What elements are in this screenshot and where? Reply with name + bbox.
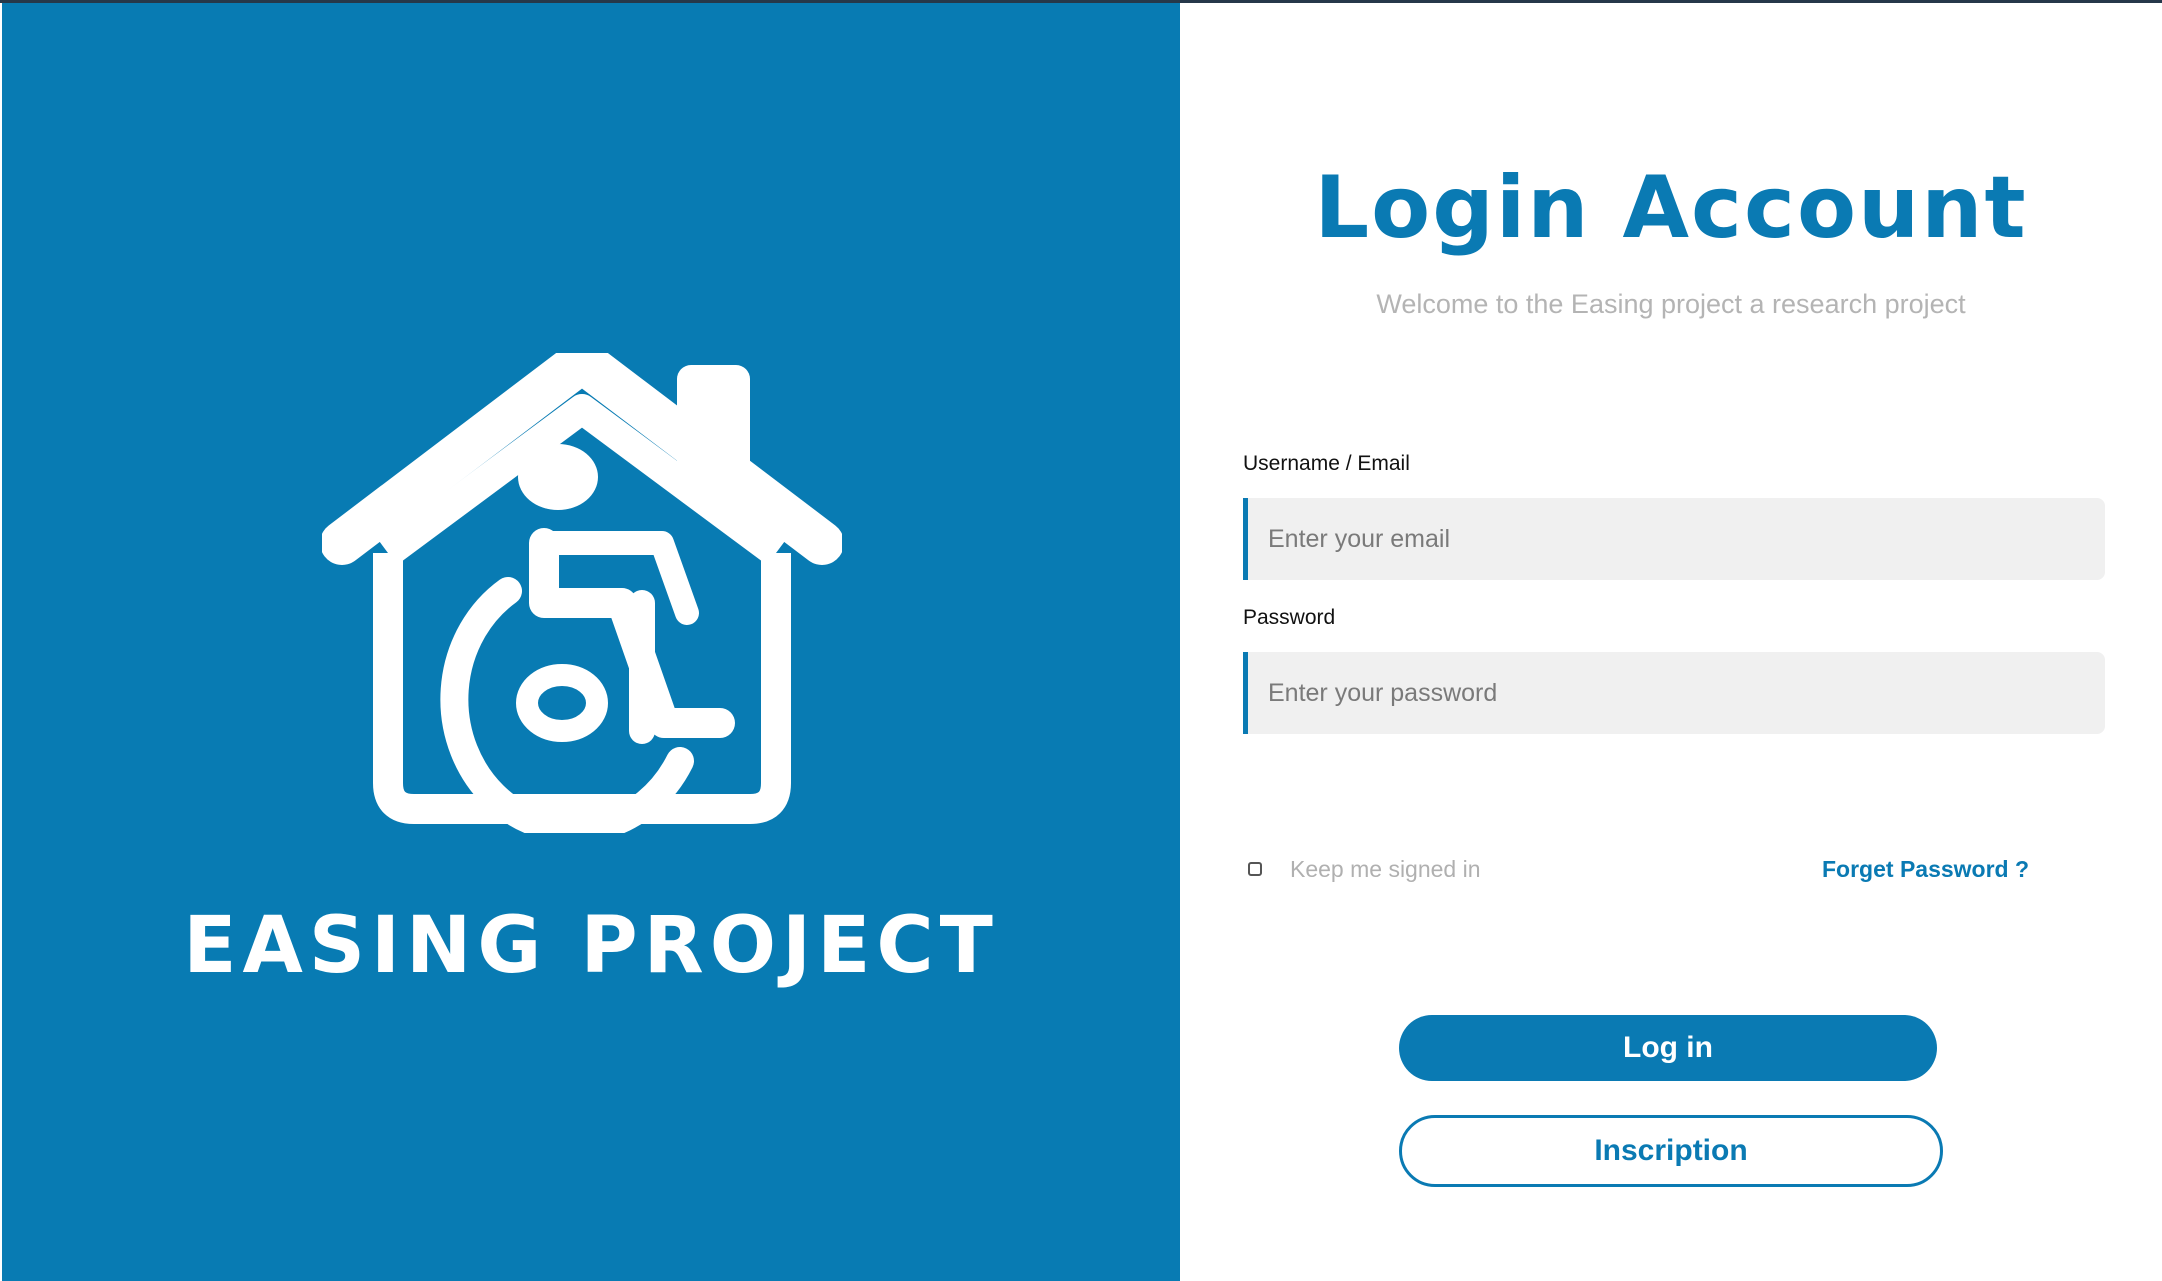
login-page: EASING PROJECT Login Account Welcome to …: [0, 0, 2162, 1281]
brand-name: EASING PROJECT: [183, 901, 999, 991]
page-title: Login Account: [1314, 158, 2028, 258]
email-field[interactable]: [1243, 498, 2105, 580]
login-button[interactable]: Log in: [1399, 1015, 1937, 1081]
login-panel: Login Account Welcome to the Easing proj…: [1180, 3, 2162, 1281]
remember-checkbox[interactable]: [1248, 862, 1262, 876]
house-wheelchair-icon: [322, 353, 842, 833]
welcome-subtitle: Welcome to the Easing project a research…: [1376, 289, 1966, 319]
forget-password-link[interactable]: Forget Password ?: [1822, 854, 2029, 884]
password-label: Password: [1243, 606, 1336, 629]
remember-label[interactable]: Keep me signed in: [1290, 856, 1481, 883]
signup-button[interactable]: Inscription: [1399, 1115, 1943, 1187]
email-label: Username / Email: [1243, 452, 1410, 475]
brand-panel: EASING PROJECT: [2, 3, 1180, 1281]
remember-row: Keep me signed in: [1248, 854, 1481, 884]
password-field[interactable]: [1243, 652, 2105, 734]
